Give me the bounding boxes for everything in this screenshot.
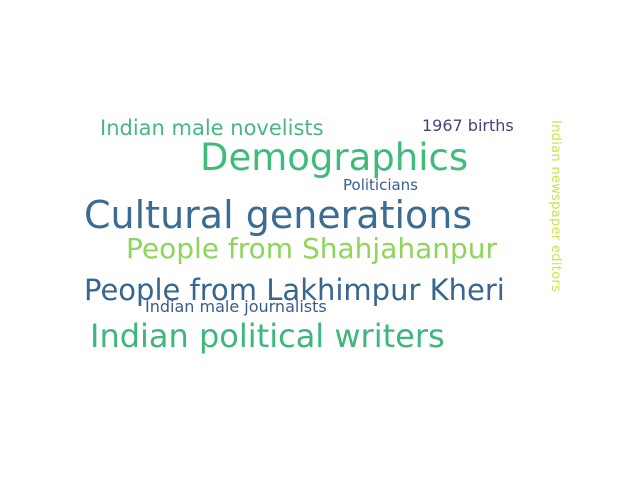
word-indian-male-novelists: Indian male novelists (100, 116, 324, 140)
word-cultural-generations: Cultural generations (84, 193, 473, 237)
word-demographics: Demographics (200, 136, 469, 179)
word-indian-newspaper-editors: Indian newspaper editors (548, 120, 563, 293)
word-1967-births: 1967 births (422, 116, 514, 135)
word-indian-male-journalists: Indian male journalists (145, 297, 327, 316)
word-indian-political-writers: Indian political writers (90, 317, 445, 355)
word-cloud: Cultural generations Demographics Indian… (0, 0, 640, 480)
word-politicians: Politicians (343, 176, 418, 194)
word-people-from-shahjahanpur: People from Shahjahanpur (126, 232, 498, 265)
